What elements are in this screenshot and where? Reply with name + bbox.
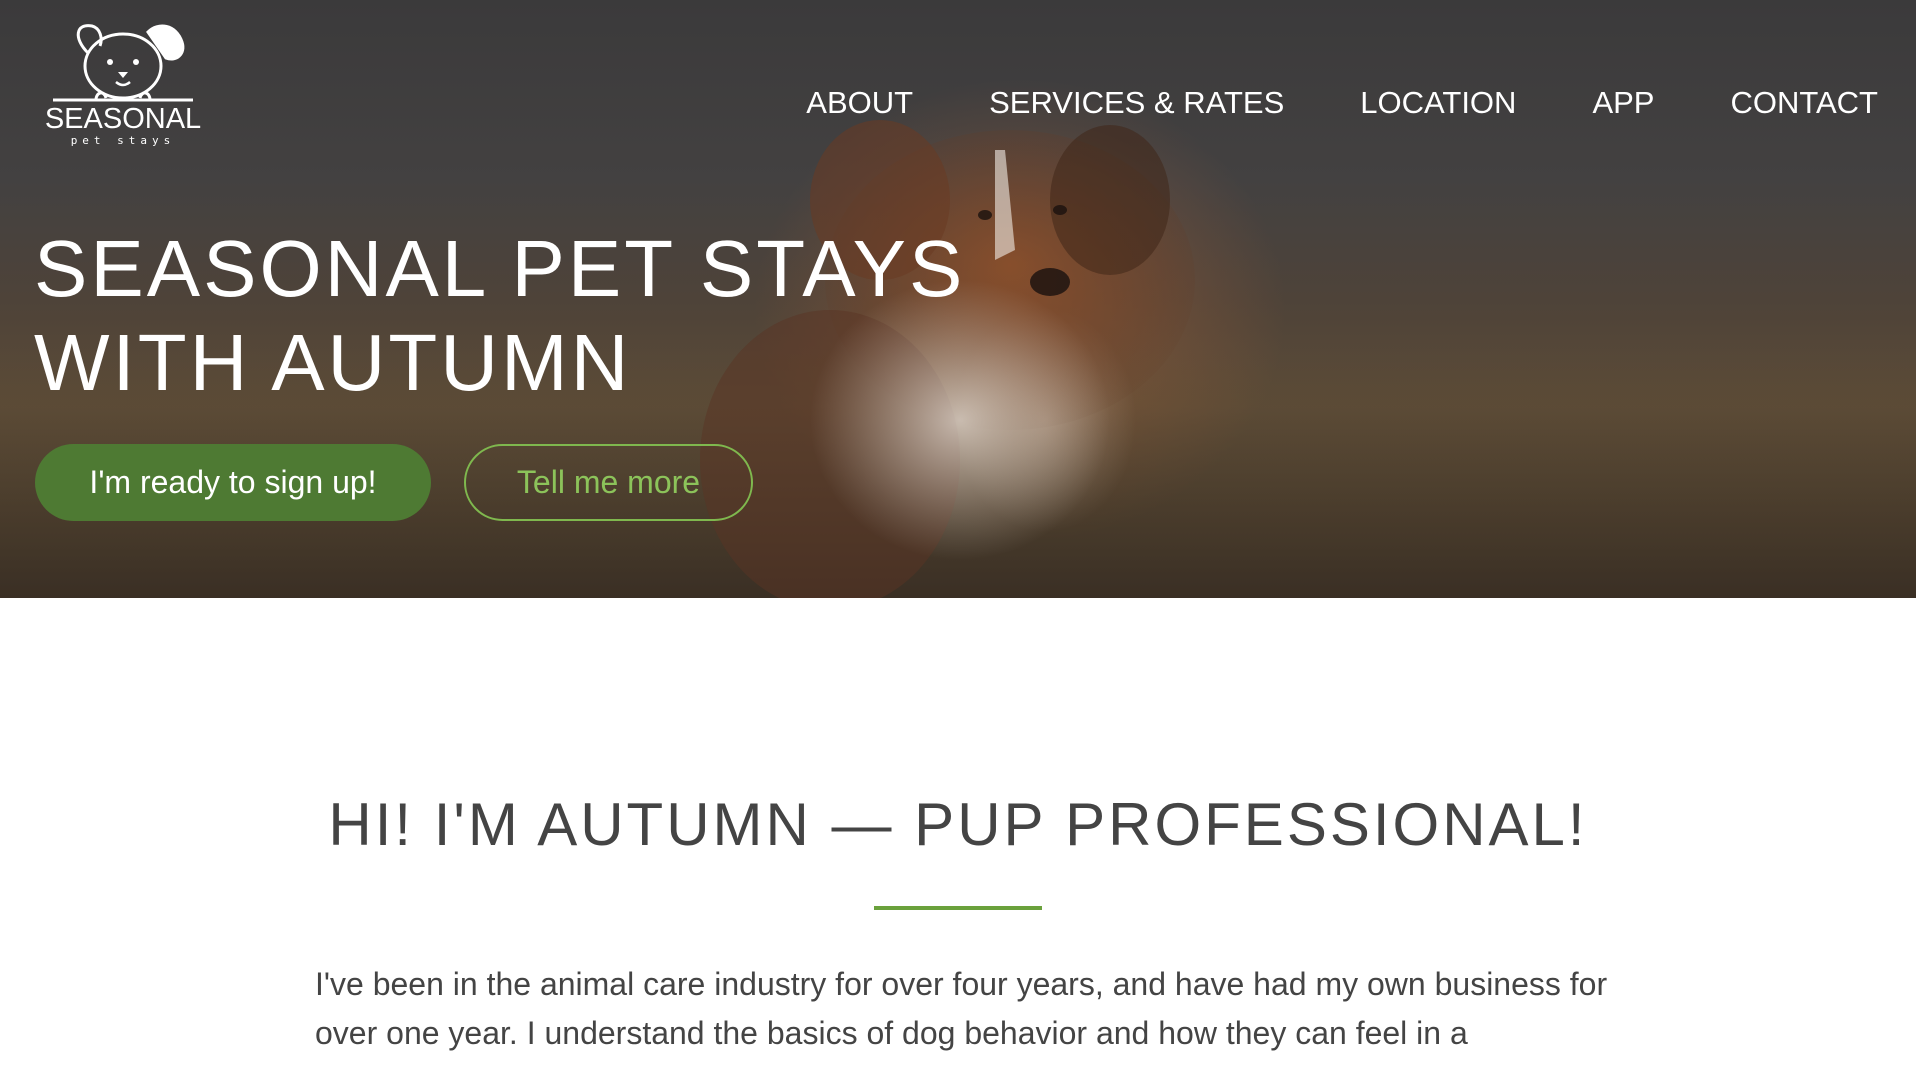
nav-link-location[interactable]: LOCATION (1360, 84, 1516, 122)
brand-logo[interactable]: SEASONAL pet stays (38, 18, 208, 147)
nav-link-about[interactable]: ABOUT (806, 84, 913, 122)
nav-link-contact[interactable]: CONTACT (1730, 84, 1878, 122)
hero-title-line-1: SEASONAL PET STAYS (34, 224, 966, 313)
hero-banner: SEASONAL pet stays ABOUT SERVICES & RATE… (0, 0, 1916, 598)
title-divider (874, 906, 1042, 910)
brand-name: SEASONAL (44, 103, 202, 135)
sign-up-button[interactable]: I'm ready to sign up! (35, 444, 431, 521)
tell-me-more-button[interactable]: Tell me more (464, 444, 753, 521)
dog-face-icon (53, 24, 193, 102)
about-title: HI! I'M AUTUMN — PUP PROFESSIONAL! (328, 791, 1588, 858)
hero-title-line-2: WITH AUTUMN (34, 318, 632, 407)
main-nav: ABOUT SERVICES & RATES LOCATION APP CONT… (730, 84, 1878, 122)
brand-tagline: pet stays (70, 134, 176, 147)
nav-link-services-rates[interactable]: SERVICES & RATES (989, 84, 1284, 122)
nav-link-app[interactable]: APP (1592, 84, 1654, 122)
about-body-text: I've been in the animal care industry fo… (315, 966, 1608, 1051)
hero-title: SEASONAL PET STAYS WITH AUTUMN (34, 222, 965, 410)
